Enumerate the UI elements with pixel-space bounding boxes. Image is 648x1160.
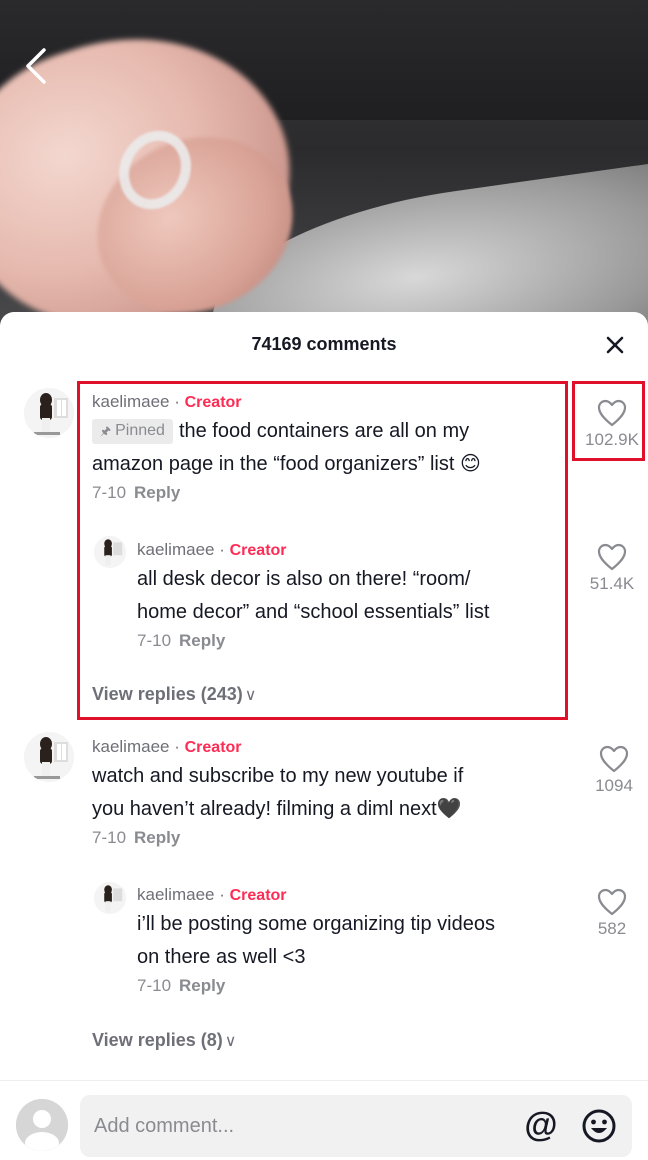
smiley-face-icon xyxy=(582,1109,616,1143)
username[interactable]: kaelimaee xyxy=(92,392,170,411)
creator-badge: Creator xyxy=(229,887,287,904)
comment-input-container: @ xyxy=(80,1095,632,1157)
comment-text-line: amazon page in the “food organizers” lis… xyxy=(92,453,455,475)
view-replies-label: View replies (8) xyxy=(92,1030,223,1050)
comment-author[interactable]: kaelimaee · Creator xyxy=(137,885,577,905)
close-button[interactable] xyxy=(604,334,626,356)
comments-sheet: 74169 comments kaelimaee · Creator 🖈 Pinn… xyxy=(0,312,648,1160)
reply-item: kaelimaee · Creator all desk decor is al… xyxy=(137,540,567,651)
view-replies-label: View replies (243) xyxy=(92,684,243,704)
reply-avatar[interactable] xyxy=(94,536,126,568)
smiling-face-emoji: 😊 xyxy=(459,453,481,475)
comment-text-line: i’ll be posting some organizing tip vide… xyxy=(137,913,495,935)
comment-body: 🖈 Pinned the food containers are all on my… xyxy=(92,415,572,481)
comment-text-line: all desk decor is also on there! “room/ xyxy=(137,568,471,590)
comment-text-line: you haven’t already! filming a diml next xyxy=(92,798,437,820)
heart-outline-icon xyxy=(597,543,627,571)
comment-text-line: home decor” and “school essentials” list xyxy=(137,601,490,623)
comment-text-line: on there as well <3 xyxy=(137,946,306,968)
separator: · xyxy=(169,392,185,411)
like-button[interactable]: 51.4K xyxy=(582,542,642,594)
pin-icon: 🖈 xyxy=(100,424,112,438)
chevron-left-icon xyxy=(26,48,46,84)
back-button[interactable] xyxy=(18,44,54,88)
mention-symbol: @ xyxy=(524,1107,557,1144)
comment-date: 7-10 xyxy=(137,976,172,995)
avatar-image xyxy=(24,388,74,438)
like-count: 102.9K xyxy=(585,430,639,449)
view-replies-button[interactable]: View replies (8) ∨ xyxy=(92,1030,236,1051)
chevron-down-icon: ∨ xyxy=(244,687,257,704)
comment-meta: 7-10 Reply xyxy=(137,631,567,651)
avatar-image xyxy=(94,882,126,914)
current-user-avatar[interactable] xyxy=(16,1099,68,1151)
comment-author[interactable]: kaelimaee · Creator xyxy=(137,540,567,560)
chevron-down-icon: ∨ xyxy=(224,1033,237,1050)
comment-date: 7-10 xyxy=(137,631,172,650)
comment-date: 7-10 xyxy=(92,483,127,502)
pinned-label: Pinned xyxy=(115,422,165,439)
avatar-image xyxy=(24,732,74,782)
emoji-button[interactable] xyxy=(580,1107,618,1145)
comments-header: 74169 comments xyxy=(0,312,648,376)
username[interactable]: kaelimaee xyxy=(137,885,215,904)
mention-button[interactable]: @ xyxy=(522,1106,560,1145)
black-heart-emoji: 🖤 xyxy=(436,798,462,820)
creator-badge: Creator xyxy=(184,394,242,411)
reply-button[interactable]: Reply xyxy=(134,828,180,847)
reply-button[interactable]: Reply xyxy=(179,631,225,650)
creator-badge: Creator xyxy=(184,739,242,756)
video-background xyxy=(0,0,648,330)
comment-item: kaelimaee · Creator watch and subscribe … xyxy=(92,737,572,848)
avatar[interactable] xyxy=(24,388,74,438)
comment-author[interactable]: kaelimaee · Creator xyxy=(92,737,572,757)
comment-text-line: watch and subscribe to my new youtube if xyxy=(92,765,464,787)
like-count: 582 xyxy=(597,919,627,938)
comment-author[interactable]: kaelimaee · Creator xyxy=(92,392,572,412)
heart-outline-icon xyxy=(597,888,627,916)
pinned-badge: 🖈 Pinned xyxy=(92,419,173,444)
like-count: 1094 xyxy=(595,776,633,795)
reply-avatar[interactable] xyxy=(94,882,126,914)
comment-item: kaelimaee · Creator 🖈 Pinned the food cont… xyxy=(92,392,572,503)
comment-meta: 7-10 Reply xyxy=(92,828,572,848)
close-icon xyxy=(606,336,624,354)
view-replies-button[interactable]: View replies (243) ∨ xyxy=(92,684,256,705)
heart-outline-icon xyxy=(597,399,627,427)
comment-meta: 7-10 Reply xyxy=(92,483,572,503)
comment-body: watch and subscribe to my new youtube if… xyxy=(92,760,572,826)
avatar-image xyxy=(94,536,126,568)
at-sign-icon: @ xyxy=(524,1106,557,1144)
username[interactable]: kaelimaee xyxy=(137,540,215,559)
reply-button[interactable]: Reply xyxy=(179,976,225,995)
comment-meta: 7-10 Reply xyxy=(137,976,577,996)
default-avatar-icon xyxy=(16,1099,68,1151)
like-button[interactable]: 102.9K xyxy=(582,398,642,450)
like-count: 51.4K xyxy=(589,574,635,593)
heart-outline-icon xyxy=(599,745,629,773)
creator-badge: Creator xyxy=(229,542,287,559)
like-button[interactable]: 1094 xyxy=(584,744,644,796)
separator: · xyxy=(214,540,230,559)
username[interactable]: kaelimaee xyxy=(92,737,170,756)
comment-body: i’ll be posting some organizing tip vide… xyxy=(137,908,577,974)
comment-composer: @ xyxy=(0,1080,648,1160)
comment-body: all desk decor is also on there! “room/ … xyxy=(137,563,567,629)
separator: · xyxy=(169,737,185,756)
reply-button[interactable]: Reply xyxy=(134,483,180,502)
comment-input[interactable] xyxy=(94,1095,494,1157)
comments-count-title: 74169 comments xyxy=(251,334,397,354)
separator: · xyxy=(214,885,230,904)
comment-text-line: the food containers are all on my xyxy=(178,420,470,442)
comment-date: 7-10 xyxy=(92,828,127,847)
reply-item: kaelimaee · Creator i’ll be posting some… xyxy=(137,885,577,996)
avatar[interactable] xyxy=(24,732,74,782)
like-button[interactable]: 582 xyxy=(582,887,642,939)
